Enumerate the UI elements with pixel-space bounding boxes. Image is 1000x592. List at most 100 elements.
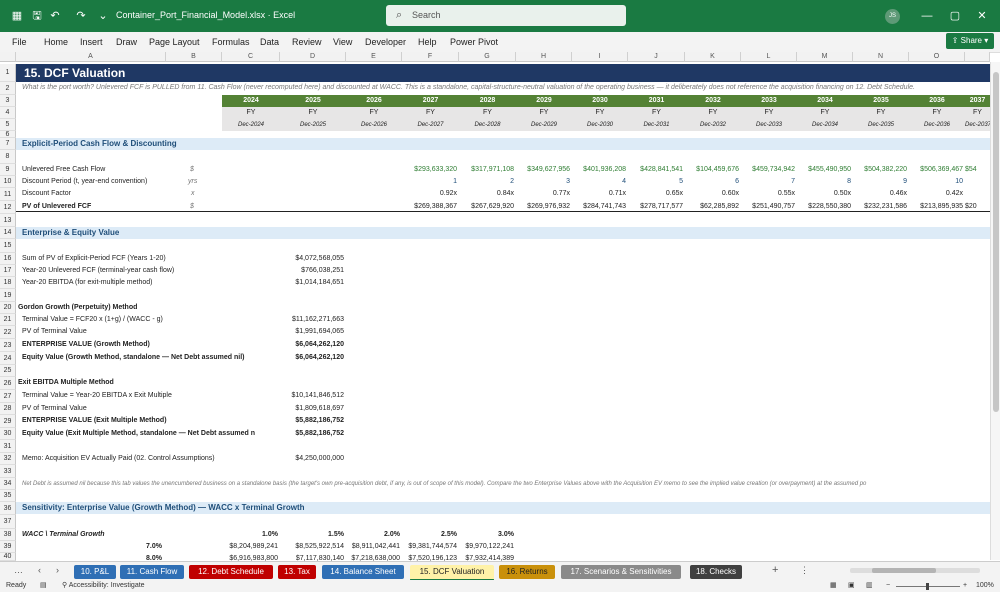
tab-2[interactable]: 11. Cash Flow — [120, 565, 184, 579]
row-header-27[interactable]: 27 — [0, 390, 16, 403]
menu-data[interactable]: Data — [260, 37, 279, 47]
macro-icon[interactable]: ▤ — [40, 580, 47, 592]
more-sheets-icon[interactable]: … — [14, 564, 23, 576]
sens-wacc8-3[interactable]: $7,520,196,123 — [402, 553, 457, 561]
row-header-9[interactable]: 9 — [0, 164, 16, 176]
col-header-k[interactable]: K — [685, 52, 741, 62]
menu-file[interactable]: File — [12, 37, 27, 47]
col-header-l[interactable]: L — [741, 52, 797, 62]
pv-ufcf-7[interactable]: $228,550,380 — [797, 201, 851, 213]
ufcf-4[interactable]: $428,841,541 — [628, 164, 683, 176]
minimize-icon[interactable]: — — [920, 9, 934, 23]
menu-view[interactable]: View — [333, 37, 352, 47]
row17-value[interactable]: $766,038,251 — [280, 265, 344, 277]
row-header-32[interactable]: 32 — [0, 453, 16, 465]
row23-value[interactable]: $6,064,262,120 — [280, 339, 344, 351]
menu-page-layout[interactable]: Page Layout — [149, 37, 200, 47]
discount-period-0[interactable]: 1 — [402, 176, 457, 188]
discount-factor-1[interactable]: 0.84x — [459, 188, 514, 200]
discount-factor-0[interactable]: 0.92x — [402, 188, 457, 200]
sens-wacc8-0[interactable]: $6,916,983,800 — [222, 553, 278, 561]
vertical-scrollbar[interactable] — [990, 62, 1000, 560]
row-header-5[interactable]: 5 — [0, 119, 16, 131]
col-header-g[interactable]: G — [459, 52, 516, 62]
col-header-a[interactable]: A — [16, 52, 166, 62]
row-header-15[interactable]: 15 — [0, 239, 16, 253]
row-header-18[interactable]: 18 — [0, 277, 16, 289]
col-header-b[interactable]: B — [166, 52, 222, 62]
pv-ufcf-5[interactable]: $62,285,892 — [685, 201, 739, 213]
tab-7[interactable]: 16. Returns — [499, 565, 555, 579]
ufcf-3[interactable]: $401,936,208 — [572, 164, 626, 176]
row-header-6[interactable]: 6 — [0, 131, 16, 138]
col-header-c[interactable]: C — [222, 52, 280, 62]
row-header-19[interactable]: 19 — [0, 289, 16, 302]
ufcf-6[interactable]: $459,734,942 — [741, 164, 795, 176]
col-header-d[interactable]: D — [280, 52, 346, 62]
row-header-39[interactable]: 39 — [0, 541, 16, 553]
col-header-j[interactable]: J — [628, 52, 685, 62]
discount-period-9[interactable]: 10 — [909, 176, 963, 188]
sens-wacc7-1[interactable]: $8,525,922,514 — [280, 541, 344, 553]
tab-5[interactable]: 14. Balance Sheet — [322, 565, 404, 579]
zoom-slider[interactable] — [896, 583, 960, 590]
row16-value[interactable]: $4,072,568,055 — [280, 253, 344, 265]
row-header-1[interactable]: 1 — [0, 64, 16, 82]
row-header-23[interactable]: 23 — [0, 339, 16, 352]
row30-value[interactable]: $5,882,186,752 — [280, 428, 344, 440]
row-header-8[interactable]: 8 — [0, 150, 16, 164]
ufcf-10[interactable]: $54 — [965, 164, 988, 176]
row-header-10[interactable]: 10 — [0, 176, 16, 188]
row-header-28[interactable]: 28 — [0, 403, 16, 415]
row-header-40[interactable]: 40 — [0, 553, 16, 561]
sens-wacc8-1[interactable]: $7,117,830,140 — [280, 553, 344, 561]
tab-options-icon[interactable]: ⋮ — [800, 564, 809, 576]
share-button[interactable]: ⇪ Share ▾ — [946, 33, 994, 49]
row21-value[interactable]: $11,162,271,663 — [280, 314, 344, 326]
discount-factor-8[interactable]: 0.46x — [853, 188, 907, 200]
pv-ufcf-6[interactable]: $251,490,757 — [741, 201, 795, 213]
discount-factor-9[interactable]: 0.42x — [909, 188, 963, 200]
sens-wacc7-0[interactable]: $8,204,989,241 — [222, 541, 278, 553]
row-header-34[interactable]: 34 — [0, 478, 16, 490]
ufcf-7[interactable]: $455,490,950 — [797, 164, 851, 176]
ufcf-0[interactable]: $293,633,320 — [402, 164, 457, 176]
pv-ufcf-1[interactable]: $267,629,920 — [459, 201, 514, 213]
row-header-26[interactable]: 26 — [0, 377, 16, 390]
menu-review[interactable]: Review — [292, 37, 322, 47]
tab-8[interactable]: 17. Scenarios & Sensitivities — [561, 565, 681, 579]
pv-ufcf-4[interactable]: $278,717,577 — [628, 201, 683, 213]
ufcf-2[interactable]: $349,627,956 — [516, 164, 570, 176]
accessibility-status[interactable]: ⚲ Accessibility: Investigate — [62, 580, 145, 592]
tab-4[interactable]: 13. Tax — [278, 565, 316, 579]
discount-period-2[interactable]: 3 — [516, 176, 570, 188]
pv-ufcf-2[interactable]: $269,976,932 — [516, 201, 570, 213]
avatar[interactable]: JS — [885, 9, 900, 24]
row-header-21[interactable]: 21 — [0, 314, 16, 326]
col-header-o[interactable]: O — [909, 52, 965, 62]
discount-period-7[interactable]: 8 — [797, 176, 851, 188]
maximize-icon[interactable]: ▢ — [948, 9, 962, 23]
row-header-37[interactable]: 37 — [0, 515, 16, 529]
discount-factor-7[interactable]: 0.50x — [797, 188, 851, 200]
ufcf-9[interactable]: $506,369,467 — [909, 164, 963, 176]
tab-9[interactable]: 18. Checks — [690, 565, 742, 579]
menu-formulas[interactable]: Formulas — [212, 37, 250, 47]
discount-period-6[interactable]: 7 — [741, 176, 795, 188]
discount-period-8[interactable]: 9 — [853, 176, 907, 188]
pv-ufcf-0[interactable]: $269,388,367 — [402, 201, 457, 213]
row-header-33[interactable]: 33 — [0, 465, 16, 478]
col-header-h[interactable]: H — [516, 52, 572, 62]
close-icon[interactable]: ✕ — [975, 9, 989, 23]
menu-draw[interactable]: Draw — [116, 37, 137, 47]
tab-3[interactable]: 12. Debt Schedule — [189, 565, 273, 579]
sens-wacc7-3[interactable]: $9,381,744,574 — [402, 541, 457, 553]
row27-value[interactable]: $10,141,846,512 — [280, 390, 344, 402]
redo-icon[interactable]: ↷ — [74, 9, 88, 23]
col-header-n[interactable]: N — [853, 52, 909, 62]
discount-period-1[interactable]: 2 — [459, 176, 514, 188]
col-header-i[interactable]: I — [572, 52, 628, 62]
save-icon[interactable]: 🖫 — [30, 9, 44, 23]
menu-home[interactable]: Home — [44, 37, 68, 47]
pv-ufcf-10[interactable]: $20 — [965, 201, 988, 213]
